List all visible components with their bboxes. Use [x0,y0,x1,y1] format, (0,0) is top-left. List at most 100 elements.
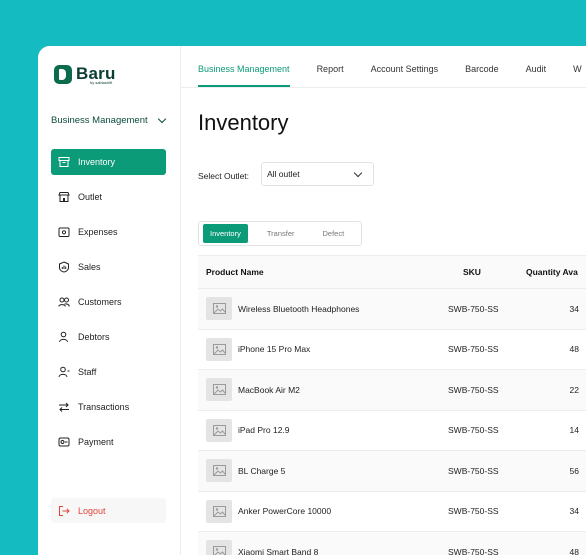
table-row[interactable]: iPhone 15 Pro Max SWB-750-SS 48 [198,330,586,370]
image-placeholder-icon [206,378,232,402]
product-name: MacBook Air M2 [238,384,300,395]
segment-inventory[interactable]: Inventory [203,224,248,243]
product-cell: MacBook Air M2 [198,378,433,402]
quantity-value: 48 [569,344,579,355]
quantity-value: 48 [569,546,579,555]
chevron-down-icon [157,114,167,124]
sidebar-item-label: Payment [78,437,114,447]
payment-icon [57,435,71,449]
sku-value: SWB-750-SS [448,465,499,476]
logout-icon [57,504,71,518]
sales-icon [57,260,71,274]
product-cell: Anker PowerCore 10000 [198,499,433,523]
inventory-segment-control: Inventory Transfer Defect [198,221,362,246]
sidebar-item-label: Staff [78,367,97,377]
sku-cell: SWB-750-SS [433,425,523,435]
sku-value: SWB-750-SS [448,303,499,314]
product-cell: iPad Pro 12.9 [198,418,433,442]
sidebar-item-label: Customers [78,297,122,307]
box-icon [57,155,71,169]
user-icon [57,330,71,344]
quantity-value: 14 [569,425,579,436]
sku-value: SWB-750-SS [448,384,499,395]
sidebar-item-inventory[interactable]: Inventory [51,149,166,175]
quantity-cell: 56 [523,466,586,476]
sidebar-item-customers[interactable]: Customers [51,289,166,315]
business-selector[interactable]: Business Management [51,114,169,126]
sidebar-item-label: Outlet [78,192,103,202]
product-cell: iPhone 15 Pro Max [198,337,433,361]
quantity-value: 56 [569,465,579,476]
staff-icon [57,365,71,379]
wallet-icon [57,225,71,239]
header-sku[interactable]: SKU [433,267,523,277]
logout-button[interactable]: Logout [51,498,166,523]
sku-cell: SWB-750-SS [433,506,523,516]
product-name: BL Charge 5 [238,465,286,476]
table-row[interactable]: MacBook Air M2 SWB-750-SS 22 [198,370,586,411]
table-header: Product Name SKU Quantity Ava [198,255,586,289]
sidebar-item-staff[interactable]: Staff [51,359,166,385]
quantity-cell: 22 [523,385,586,395]
sku-cell: SWB-750-SS [433,547,523,555]
sidebar-item-label: Debtors [78,332,110,342]
header-quantity[interactable]: Quantity Ava [523,267,586,277]
product-cell: Wireless Bluetooth Headphones [198,297,433,321]
logo-mark [54,64,72,84]
table-row[interactable]: iPad Pro 12.9 SWB-750-SS 14 [198,411,586,451]
product-cell: BL Charge 5 [198,459,433,483]
product-name: Wireless Bluetooth Headphones [238,303,360,314]
sidebar: Baru by sabiashift Business Management I… [38,46,181,555]
image-placeholder-icon [206,459,232,483]
sku-cell: SWB-750-SS [433,466,523,476]
sidebar-item-label: Expenses [78,227,118,237]
app-window: Baru by sabiashift Business Management I… [38,46,586,555]
inventory-table: Product Name SKU Quantity Ava Wireless B… [198,255,586,555]
quantity-cell: 34 [523,304,586,314]
header-product-name[interactable]: Product Name [198,267,433,277]
sku-cell: SWB-750-SS [433,344,523,354]
sidebar-nav: Inventory Outlet Expenses Sales Customer… [51,149,166,464]
tab-business-management[interactable]: Business Management [198,64,290,87]
users-icon [57,295,71,309]
sidebar-item-label: Sales [78,262,101,272]
segment-transfer[interactable]: Transfer [260,224,302,243]
sidebar-item-payment[interactable]: Payment [51,429,166,455]
quantity-cell: 14 [523,425,586,435]
quantity-cell: 34 [523,506,586,516]
table-row[interactable]: Anker PowerCore 10000 SWB-750-SS 34 [198,492,586,532]
tab-report[interactable]: Report [317,64,344,87]
sku-value: SWB-750-SS [448,344,499,355]
top-navigation: Business Management Report Account Setti… [181,46,586,88]
quantity-value: 34 [569,303,579,314]
transfer-arrows-icon [57,400,71,414]
sidebar-item-sales[interactable]: Sales [51,254,166,280]
sidebar-item-label: Transactions [78,402,130,412]
header-sku-label: SKU [463,267,481,277]
table-row[interactable]: Xiaomi Smart Band 8 SWB-750-SS 48 [198,532,586,555]
sku-value: SWB-750-SS [448,425,499,436]
tab-account-settings[interactable]: Account Settings [371,64,439,87]
tab-truncated[interactable]: W [573,64,582,87]
product-name: iPad Pro 12.9 [238,425,290,436]
quantity-value: 34 [569,506,579,517]
sidebar-item-debtors[interactable]: Debtors [51,324,166,350]
outlet-select[interactable]: All outlet [261,162,374,186]
quantity-cell: 48 [523,547,586,555]
main-content: Inventory Select Outlet: All outlet Inve… [181,88,586,555]
table-row[interactable]: BL Charge 5 SWB-750-SS 56 [198,451,586,492]
tab-barcode[interactable]: Barcode [465,64,499,87]
page-title: Inventory [198,110,289,135]
logout-label: Logout [78,505,106,516]
sidebar-item-expenses[interactable]: Expenses [51,219,166,245]
logo-tagline: by sabiashift [90,80,113,85]
table-row[interactable]: Wireless Bluetooth Headphones SWB-750-SS 3… [198,289,586,330]
sidebar-item-transactions[interactable]: Transactions [51,394,166,420]
sidebar-item-outlet[interactable]: Outlet [51,184,166,210]
sku-value: SWB-750-SS [448,506,499,517]
segment-defect[interactable]: Defect [316,224,352,243]
sku-cell: SWB-750-SS [433,385,523,395]
product-name: Anker PowerCore 10000 [238,506,332,517]
tab-audit[interactable]: Audit [526,64,547,87]
sku-value: SWB-750-SS [448,546,499,555]
